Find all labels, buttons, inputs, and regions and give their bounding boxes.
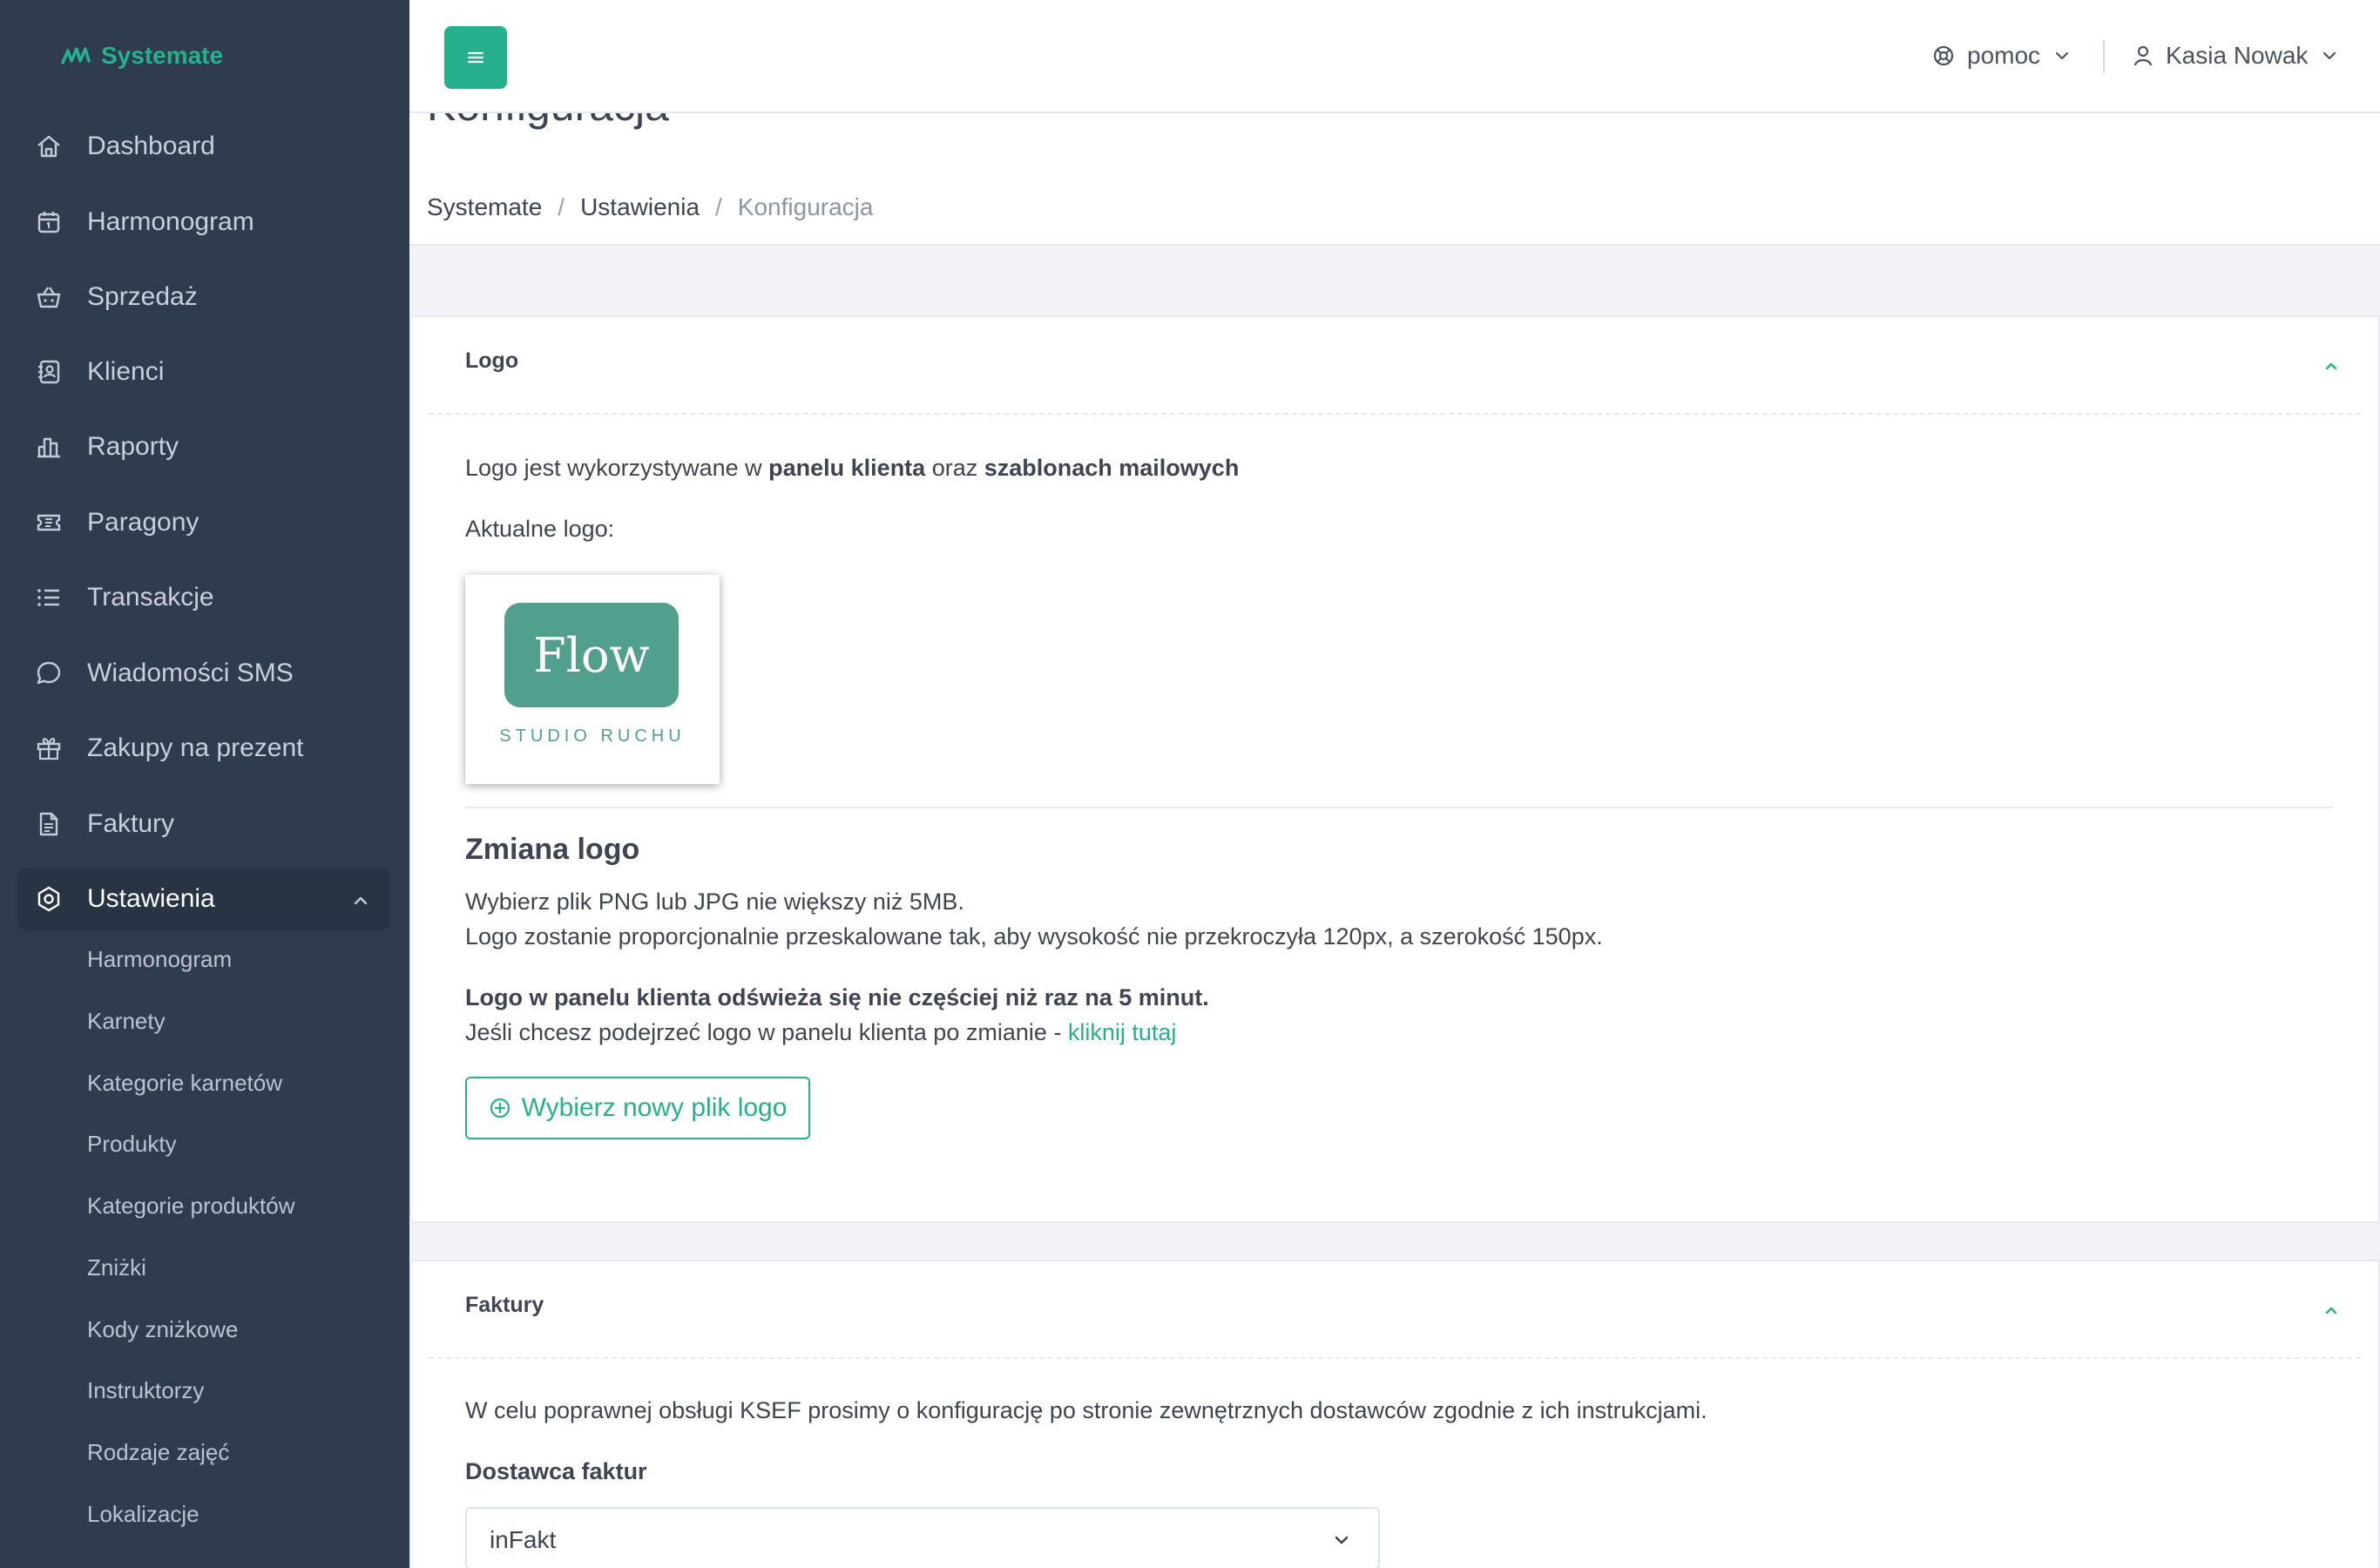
user-name: Kasia Nowak [2166, 42, 2309, 69]
chevron-down-icon [2320, 46, 2339, 65]
sidebar-subitem-kategorie-produktow[interactable]: Kategorie produktów [87, 1193, 294, 1220]
logo-card-title: Logo [465, 348, 519, 373]
sidebar-subitem-produkty[interactable]: Produkty [87, 1131, 177, 1158]
breadcrumb-separator: / [558, 193, 565, 220]
section-divider [465, 807, 2333, 808]
lifebuoy-icon [1932, 44, 1955, 67]
topbar-divider [2103, 40, 2105, 73]
sidebar-item-label: Zakupy na prezent [87, 733, 304, 762]
basket-icon [35, 283, 63, 311]
sidebar-item-paragony[interactable]: Paragony [17, 491, 390, 554]
help-label: pomoc [1967, 42, 2041, 69]
chevron-up-icon[interactable] [2321, 1300, 2342, 1321]
sidebar-item-faktury[interactable]: Faktury [17, 793, 390, 855]
user-icon [2133, 44, 2153, 67]
breadcrumb-item[interactable]: Systemate [427, 193, 542, 221]
sidebar-item-raporty[interactable]: Raporty [17, 416, 390, 478]
contacts-icon [35, 358, 63, 386]
ksef-info-text: W celu poprawnej obsługi KSEF prosimy o … [465, 1397, 1707, 1423]
choose-logo-button-label: Wybierz nowy plik logo [521, 1093, 788, 1122]
breadcrumb-current: Konfiguracja [737, 193, 874, 220]
sidebar-item-zakupy-na-prezent[interactable]: Zakupy na prezent [17, 717, 390, 780]
home-icon [35, 132, 63, 160]
breadcrumb-item[interactable]: Ustawienia [580, 193, 700, 221]
sidebar-subitem-harmonogram[interactable]: Harmonogram [87, 946, 232, 973]
sidebar-item-label: Paragony [87, 508, 199, 537]
chevron-up-icon[interactable] [2321, 355, 2342, 376]
ticket-icon [35, 509, 63, 537]
topbar: pomoc Kasia Nowak [409, 0, 2380, 113]
sidebar-item-label: Klienci [87, 357, 165, 386]
logo-mark: Flow [504, 603, 679, 707]
sidebar-item-label: Sprzedaż [87, 282, 198, 311]
sidebar-subitem-rodzaje-zajec[interactable]: Rodzaje zajęć [87, 1439, 229, 1466]
breadcrumb: Systemate / Ustawienia / Konfiguracja [427, 193, 873, 221]
sidebar-subitem-znizki[interactable]: Zniżki [87, 1254, 146, 1281]
sidebar-subitem-instruktorzy[interactable]: Instruktorzy [87, 1377, 204, 1404]
brand-name: Systemate [101, 42, 224, 69]
hamburger-icon [466, 50, 485, 65]
sidebar-item-sprzedaz[interactable]: Sprzedaż [17, 266, 390, 328]
logo-usage-text: Logo jest wykorzystywane w panelu klient… [465, 455, 1240, 481]
logo-card: Logo Logo jest wykorzystywane w panelu k… [409, 315, 2380, 1223]
menu-toggle-button[interactable] [444, 26, 507, 89]
refresh-note: Logo w panelu klienta odświeża się nie c… [465, 984, 1209, 1010]
current-logo-preview: Flow STUDIO RUCHU [465, 575, 720, 784]
invoice-provider-select[interactable]: inFakt [465, 1507, 1380, 1568]
file-requirements-text: Wybierz plik PNG lub JPG nie większy niż… [465, 889, 964, 915]
brand-wave-icon [61, 45, 92, 66]
document-icon [35, 810, 63, 838]
settings-icon [35, 885, 63, 913]
chevron-down-icon [1331, 1530, 1352, 1551]
user-menu[interactable]: Kasia Nowak [2133, 38, 2339, 73]
sidebar-subitem-karnety[interactable]: Karnety [87, 1008, 166, 1035]
sidebar: Systemate Dashboard Harmonogram Sprzedaż… [0, 0, 409, 1568]
sidebar-subitem-lokalizacje[interactable]: Lokalizacje [87, 1501, 199, 1528]
change-logo-heading: Zmiana logo [465, 833, 640, 866]
logo-card-header[interactable] [429, 317, 2361, 415]
chat-icon [35, 659, 63, 687]
sidebar-item-ustawienia[interactable]: Ustawienia [17, 868, 390, 930]
sidebar-subitem-kategorie-karnetow[interactable]: Kategorie karnetów [87, 1070, 282, 1097]
sidebar-item-dashboard[interactable]: Dashboard [17, 115, 390, 178]
preview-text: Jeśli chcesz podejrzeć logo w panelu kli… [465, 1019, 1177, 1045]
sidebar-item-label: Raporty [87, 432, 179, 461]
calendar-icon [35, 208, 63, 236]
sidebar-item-wiadomosci-sms[interactable]: Wiadomości SMS [17, 642, 390, 705]
sidebar-item-label: Transakcje [87, 583, 214, 612]
page-header: Konfiguracja Systemate / Ustawienia / Ko… [409, 113, 2380, 246]
sidebar-item-label: Wiadomości SMS [87, 659, 294, 687]
chevron-down-icon [2052, 46, 2072, 65]
sidebar-item-label: Harmonogram [87, 207, 254, 236]
choose-logo-button[interactable]: Wybierz nowy plik logo [465, 1077, 810, 1139]
help-menu[interactable]: pomoc [1932, 38, 2072, 73]
logo-subtext: STUDIO RUCHU [499, 727, 686, 746]
sidebar-item-harmonogram[interactable]: Harmonogram [17, 191, 390, 253]
brand-logo[interactable]: Systemate [61, 42, 223, 70]
invoice-provider-value: inFakt [490, 1526, 557, 1553]
invoice-card-title: Faktury [465, 1293, 544, 1317]
invoice-provider-label: Dostawca faktur [465, 1458, 647, 1484]
gift-icon [35, 734, 63, 762]
current-logo-label: Aktualne logo: [465, 516, 615, 542]
preview-link[interactable]: kliknij tutaj [1068, 1019, 1177, 1045]
sidebar-item-klienci[interactable]: Klienci [17, 341, 390, 403]
bar-chart-icon [35, 433, 63, 461]
breadcrumb-separator: / [715, 193, 722, 220]
invoice-card-header[interactable] [429, 1261, 2361, 1359]
sidebar-item-label: Ustawienia [87, 884, 215, 913]
page-title: Konfiguracja [427, 113, 669, 131]
sidebar-item-label: Dashboard [87, 132, 215, 160]
sidebar-item-transakcje[interactable]: Transakcje [17, 566, 390, 629]
list-icon [35, 584, 63, 612]
sidebar-subitem-kody-znizkowe[interactable]: Kody zniżkowe [87, 1316, 238, 1343]
plus-circle-icon [489, 1097, 511, 1119]
sidebar-item-label: Faktury [87, 809, 175, 838]
invoice-card: Faktury W celu poprawnej obsługi KSEF pr… [409, 1260, 2380, 1568]
chevron-up-icon[interactable] [350, 889, 371, 909]
scaling-info-text: Logo zostanie proporcjonalnie przeskalow… [465, 923, 1603, 950]
